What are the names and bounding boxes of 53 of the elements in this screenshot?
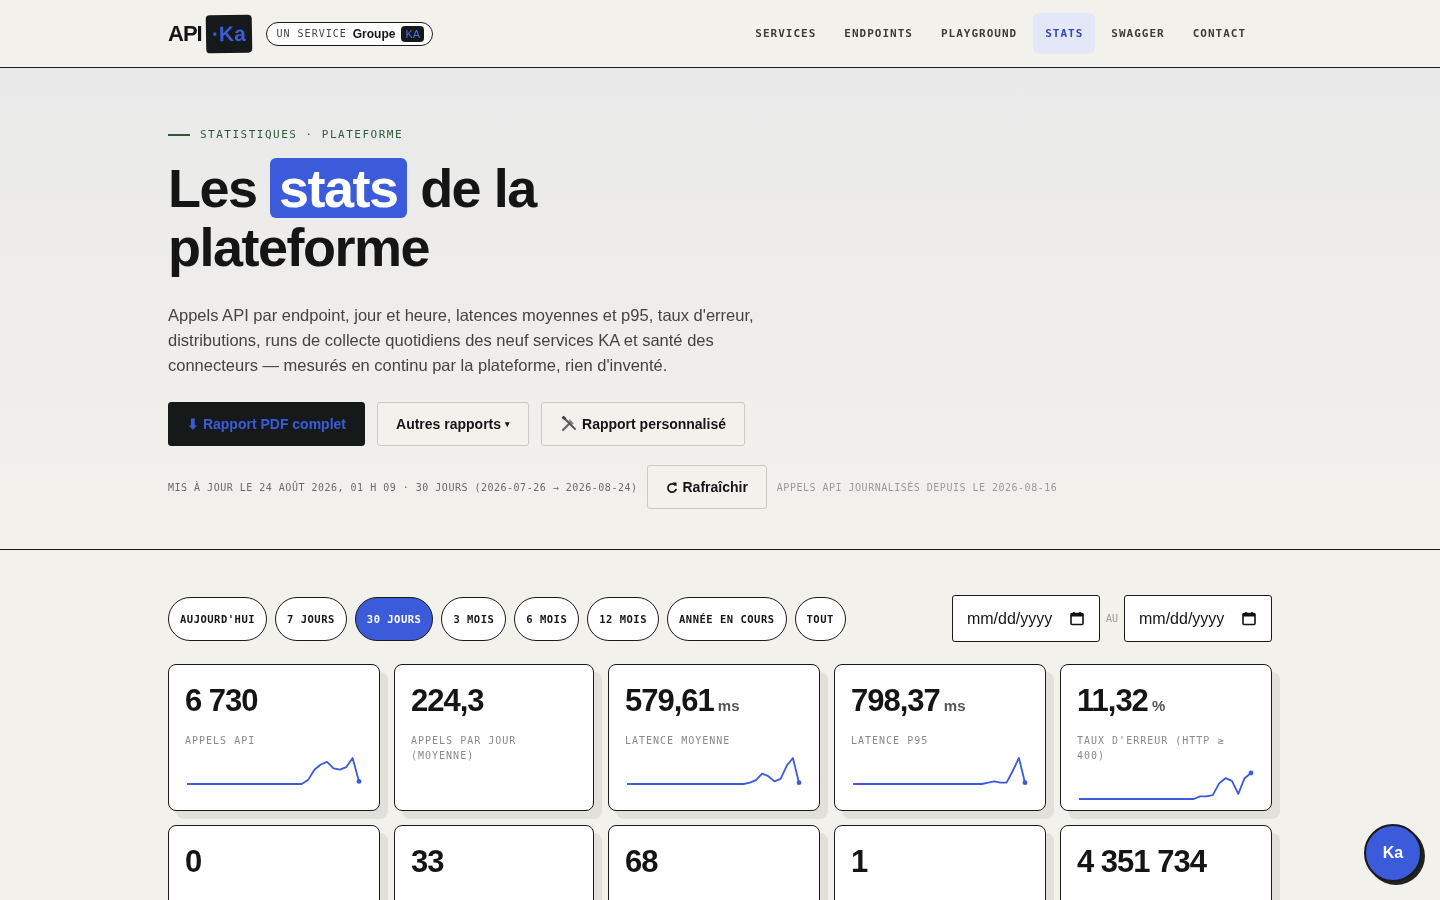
nav-link[interactable]: SWAGGER [1099, 13, 1177, 54]
refresh-button[interactable]: Rafraîchir [647, 465, 767, 509]
logo-badge: ·Ka [205, 14, 252, 53]
nav-link[interactable]: SERVICES [743, 13, 829, 54]
period-chip[interactable]: TOUT [794, 596, 846, 641]
stat-value: 0 [185, 844, 202, 880]
period-chip[interactable]: 6 MOIS [514, 596, 580, 641]
end-date-field[interactable]: mm/dd/yyyy [1124, 595, 1272, 642]
stat-label: APPELS API [185, 734, 257, 748]
period-chip[interactable]: 7 JOURS [275, 596, 347, 641]
stat-value: 798,37 [851, 683, 940, 719]
logging-since-text: APPELS API JOURNALISÉS DEPUIS LE 2026-08-16 [776, 481, 1058, 493]
pill-brand: Groupe [352, 26, 396, 41]
stat-value: 11,32 [1077, 683, 1148, 719]
stat-label: LATENCE P95 [851, 734, 930, 748]
pill-label: UN SERVICE [276, 28, 347, 39]
stat-value: 68 [625, 844, 658, 880]
period-chip[interactable]: 30 JOURS [354, 596, 434, 641]
pill-badge: KA [401, 25, 425, 42]
start-date-field[interactable]: mm/dd/yyyy [951, 595, 1100, 642]
stat-unit: ms [717, 697, 740, 714]
period-chip[interactable]: AUJOURD'HUI [168, 596, 268, 641]
description: Appels API par endpoint, jour et heure, latences moyennes et p95, taux d'erreur, distributions, runs de collecte quotidiens des neuf services KA et santé des connecteurs — mesurés en continu par la plateforme, rien d'inventé. [168, 305, 755, 376]
calendar-icon [1069, 611, 1084, 626]
stat-label: TAUX D'ERREUR (HTTP ≥ 400) [1077, 734, 1226, 763]
stat-label: APPELS PAR JOUR (MOYENNE) [411, 734, 518, 763]
stat-value: 1 [851, 844, 868, 880]
chat-button[interactable]: Ka [1364, 824, 1422, 882]
period-chip[interactable]: ANNÉE EN COURS [667, 596, 787, 641]
stat-value: 579,61 [625, 683, 714, 719]
calendar-icon [1242, 611, 1256, 626]
stat-unit: % [1151, 697, 1166, 714]
page-title: Les stats de la plateforme [168, 159, 538, 277]
stat-value: 224,3 [411, 683, 484, 719]
nav-link[interactable]: PLAYGROUND [928, 13, 1030, 54]
reports-dropdown[interactable]: Autres rapports ▾ [377, 402, 530, 446]
updated-text: MIS À JOUR LE 24 AOÛT 2026, 01 H 09 · 30 JOURS (2026-07-26 → 2026-08-24) [168, 481, 638, 493]
nav-link[interactable]: STATS [1033, 13, 1096, 54]
refresh-icon [666, 480, 679, 494]
stat-value: 6 730 [185, 683, 258, 719]
eyebrow-text: STATISTIQUES · PLATEFORME [200, 128, 404, 141]
period-chip[interactable]: 3 MOIS [441, 596, 507, 641]
period-chip[interactable]: 12 MOIS [587, 596, 660, 641]
stat-value: 33 [411, 844, 444, 880]
tools-icon [560, 415, 579, 433]
nav-link[interactable]: ENDPOINTS [832, 13, 925, 54]
stat-unit: ms [943, 697, 966, 714]
stat-value: 4 351 734 [1077, 844, 1206, 880]
stat-label: LATENCE MOYENNE [625, 734, 732, 748]
custom-report-button[interactable]: Rapport personnalisé [541, 402, 745, 446]
logo-text: API [168, 20, 202, 47]
nav-link[interactable]: CONTACT [1180, 13, 1258, 54]
date-separator: AU [1105, 613, 1118, 624]
